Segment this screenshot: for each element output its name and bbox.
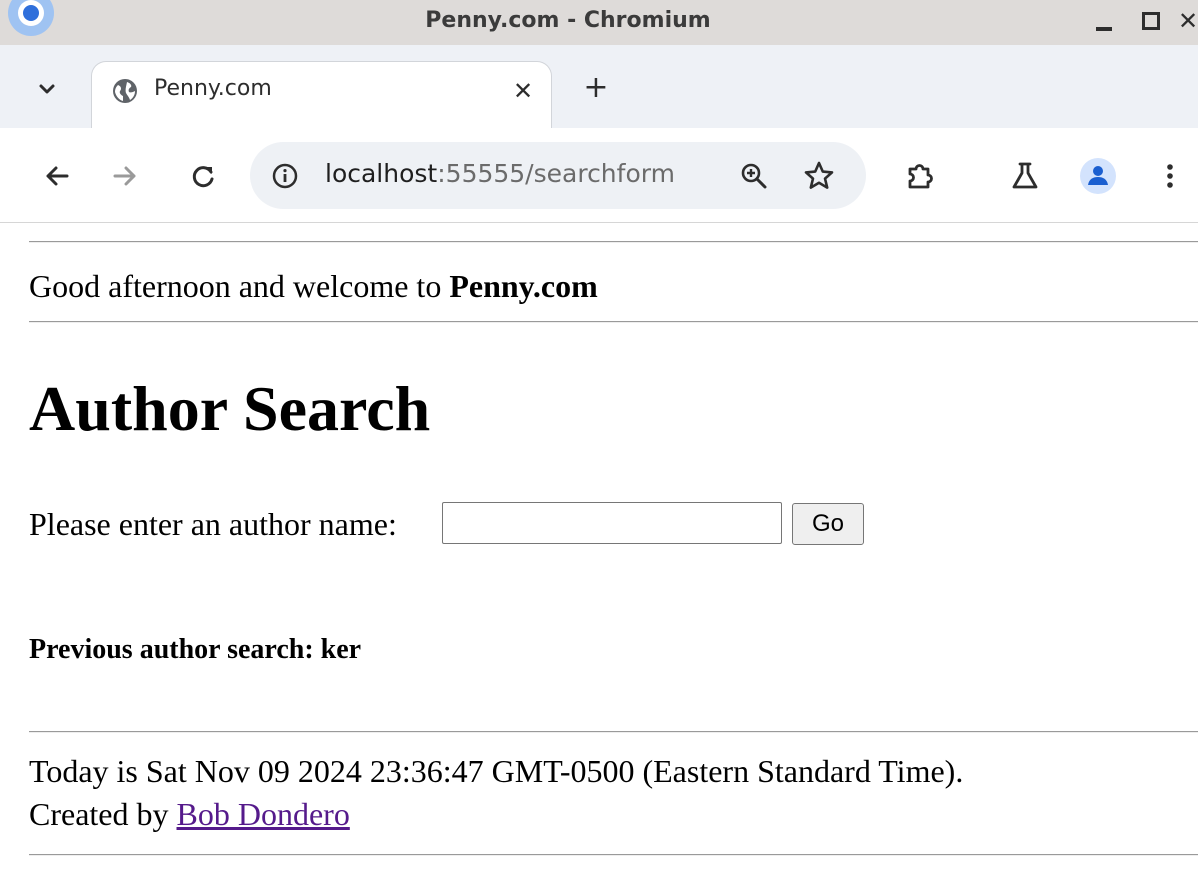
url-path: :55555/searchform — [437, 159, 675, 188]
go-button[interactable]: Go — [792, 503, 864, 545]
author-link[interactable]: Bob Dondero — [177, 796, 350, 832]
reload-button[interactable] — [183, 156, 223, 196]
labs-button[interactable] — [1005, 156, 1045, 196]
author-name-input[interactable] — [442, 502, 782, 544]
previous-search: Previous author search: ker — [29, 634, 362, 665]
menu-button[interactable] — [1150, 156, 1190, 196]
arrow-right-icon — [113, 166, 136, 186]
browser-toolbar: localhost:55555/searchform — [0, 128, 1198, 223]
credits-prefix: Created by — [29, 796, 177, 832]
reload-icon — [192, 166, 214, 188]
back-button[interactable] — [37, 156, 77, 196]
divider — [29, 321, 1198, 323]
page-title: Author Search — [29, 373, 431, 444]
star-icon[interactable] — [802, 159, 836, 193]
chevron-down-icon — [39, 84, 55, 94]
credits-line: Created by Bob Dondero — [29, 796, 350, 833]
close-icon: ✕ — [1178, 7, 1198, 35]
window-title: Penny.com - Chromium — [425, 8, 711, 33]
profile-avatar-button[interactable] — [1080, 158, 1116, 194]
window-close-button[interactable]: ✕ — [1178, 7, 1198, 35]
close-icon: ✕ — [512, 77, 534, 105]
forward-button[interactable] — [105, 156, 145, 196]
more-vertical-icon — [1167, 164, 1173, 188]
minimize-icon — [1096, 27, 1112, 31]
tab-search-button[interactable] — [30, 72, 64, 106]
tab-title: Penny.com — [154, 76, 272, 101]
tab-close-button[interactable]: ✕ — [508, 76, 538, 106]
divider — [29, 241, 1198, 243]
arrow-left-icon — [46, 166, 69, 186]
globe-icon — [113, 79, 137, 103]
page-content: Good afternoon and welcome to Penny.com … — [0, 223, 1198, 869]
flask-icon — [1012, 162, 1038, 189]
puzzle-icon — [908, 164, 933, 189]
url-text[interactable]: localhost:55555/searchform — [325, 159, 675, 188]
new-tab-button[interactable]: + — [578, 70, 614, 106]
zoom-icon[interactable] — [738, 160, 770, 192]
person-icon — [1088, 166, 1108, 185]
divider — [29, 731, 1198, 733]
url-host: localhost — [325, 159, 438, 188]
greeting: Good afternoon and welcome to Penny.com — [29, 268, 598, 305]
window-title-bar: Penny.com - Chromium ✕ — [0, 0, 1198, 45]
author-name-label: Please enter an author name: — [29, 506, 397, 542]
greeting-text: Good afternoon and welcome to — [29, 268, 450, 304]
tab-strip: Penny.com ✕ + — [0, 45, 1198, 129]
site-name: Penny.com — [449, 268, 598, 304]
tab-penny[interactable]: Penny.com ✕ — [92, 62, 551, 129]
plus-icon: + — [583, 70, 609, 105]
minimize-button[interactable] — [1090, 7, 1118, 35]
maximize-button[interactable] — [1137, 7, 1165, 35]
maximize-icon — [1142, 12, 1160, 30]
date-line: Today is Sat Nov 09 2024 23:36:47 GMT-05… — [29, 753, 964, 789]
address-bar[interactable]: localhost:55555/searchform — [250, 142, 866, 209]
divider — [29, 854, 1198, 856]
info-icon[interactable] — [270, 161, 300, 191]
extensions-button[interactable] — [900, 156, 940, 196]
